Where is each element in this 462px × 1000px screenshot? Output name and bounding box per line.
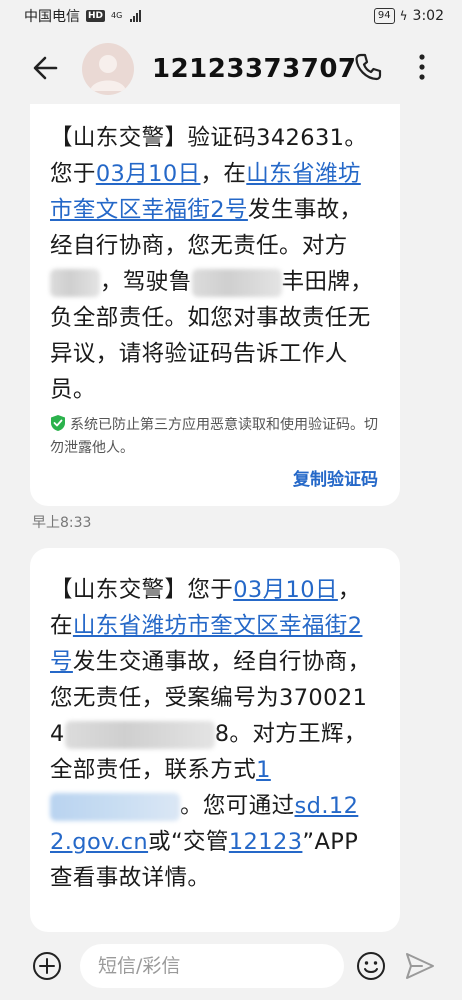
message-segment: 【山东交警】您于 [50,577,234,603]
status-bar: 中国电信 HD 4G 94 ϟ 3:02 [0,0,462,32]
security-note: 系统已防止第三方应用恶意读取和使用验证码。切勿泄露他人。 [50,414,380,460]
phone-icon[interactable] [352,51,384,83]
message-segment: ，驾驶鲁 [100,269,192,295]
message-text: 【山东交警】验证码342631。您于03月10日，在山东省潍坊市奎文区幸福街2号… [50,118,380,408]
network-type: 4G [111,11,123,20]
contact-number[interactable]: 12123373707 [152,54,357,84]
charging-icon: ϟ [399,9,408,23]
message-input[interactable] [80,944,344,988]
phone-link[interactable]: 1 [256,757,271,783]
conversation-header: 12123373707 [0,32,462,106]
person-icon [90,55,126,91]
send-icon[interactable] [404,951,436,981]
battery-icon: 94 [373,8,395,24]
security-note-text: 系统已防止第三方应用恶意读取和使用验证码。切勿泄露他人。 [50,417,378,456]
status-right: 94 ϟ 3:02 [373,8,444,24]
back-arrow-icon[interactable] [30,52,62,84]
redacted-plate [191,268,282,297]
more-vertical-icon[interactable] [410,50,434,84]
redacted-case-number [64,720,215,749]
carrier-label: 中国电信 [24,9,80,25]
status-left: 中国电信 HD 4G [24,6,142,26]
redacted-name [50,268,100,297]
shield-icon [51,415,65,431]
date-link[interactable]: 03月10日 [96,161,201,187]
signal-icon [130,10,142,22]
message-text: 【山东交警】您于03月10日，在山东省潍坊市奎文区幸福街2号发生交通事故，经自行… [50,562,380,896]
copy-code-button[interactable]: 复制验证码 [293,465,378,490]
message-bubble[interactable]: 【山东交警】您于03月10日，在山东省潍坊市奎文区幸福街2号发生交通事故，经自行… [30,548,400,932]
emoji-icon[interactable] [356,951,386,981]
message-segment: 。您可通过 [180,793,295,819]
message-time: 早上8:33 [32,515,92,531]
app-number-link[interactable]: 12123 [229,829,303,855]
redacted-phone [50,792,180,821]
date-link[interactable]: 03月10日 [233,577,338,603]
message-bubble[interactable]: 【山东交警】验证码342631。您于03月10日，在山东省潍坊市奎文区幸福街2号… [30,104,400,506]
compose-bar [0,932,462,1000]
message-segment: 或“交管 [148,829,229,855]
clock: 3:02 [412,8,444,24]
message-segment: ，在 [200,161,247,187]
add-icon[interactable] [32,951,62,981]
avatar[interactable] [82,43,134,95]
hd-badge: HD [86,10,106,22]
